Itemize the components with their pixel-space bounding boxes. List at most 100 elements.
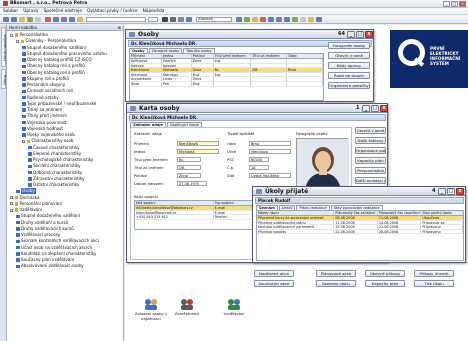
action-button[interactable]: Kapacity plán — [355, 157, 386, 164]
zoom-icon[interactable] — [236, 17, 242, 22]
tree-item[interactable]: Účast osob na vzdělávacích akcích — [16, 245, 92, 251]
tab-windows[interactable]: Okna — [1, 69, 7, 89]
collapse-icon[interactable]: − — [10, 33, 14, 37]
tree-item[interactable]: Vzdělávací procesy — [16, 232, 60, 238]
chart-icon[interactable] — [244, 17, 250, 22]
window-minimize-button[interactable]: _ — [347, 31, 355, 38]
action-button[interactable]: Otevřít v okně — [355, 127, 386, 134]
star-icon[interactable] — [77, 17, 83, 22]
maximize-button[interactable]: □ — [451, 1, 458, 7]
collapse-icon[interactable]: − — [22, 139, 26, 143]
menu-file[interactable]: Soubor — [3, 9, 18, 14]
action-button[interactable]: Další ovládací prvky — [355, 177, 386, 184]
input-stat[interactable]: Česká republika — [249, 173, 291, 178]
size-select[interactable] — [148, 17, 158, 22]
bottom-action-button[interactable]: Plánované akce — [316, 270, 356, 277]
bold-icon[interactable] — [162, 17, 168, 22]
column-header[interactable]: Plánovaný čas zahájení — [334, 211, 378, 215]
collapse-icon[interactable]: − — [16, 39, 20, 43]
sort-icon[interactable] — [69, 17, 75, 22]
column-header[interactable]: Příjmení — [130, 54, 162, 58]
input-prijmeni[interactable]: Klenčíková — [177, 141, 219, 146]
action-button[interactable]: Kódy opravy — [328, 62, 370, 69]
underline-icon[interactable] — [178, 17, 184, 22]
tree-item[interactable]: Zdravotní charakteristiky — [28, 176, 85, 182]
tree-item[interactable]: Ostatní charakteristiky — [28, 182, 80, 188]
column-header[interactable]: Titul za jménem — [251, 54, 288, 58]
action-button[interactable]: Další šablony — [355, 137, 386, 144]
forward-icon[interactable] — [11, 17, 17, 22]
tree-item[interactable]: − Číselníky - Personalistika — [16, 38, 76, 44]
column-header[interactable]: Název úkolu — [257, 211, 335, 215]
input-titul-za[interactable]: DR. — [177, 165, 201, 170]
bottom-action-button[interactable]: Kontroly úkolu — [316, 280, 356, 287]
column-header[interactable]: Titul před jménem — [214, 54, 252, 58]
tree-item[interactable]: Typy příbuzenské / nepříbuzenské — [22, 101, 96, 107]
menu-edit[interactable]: Úpravy — [23, 9, 38, 14]
tree-item[interactable]: Časové charakteristiky — [28, 145, 80, 151]
tree-item[interactable]: Činnosti sociálních rolí — [22, 88, 73, 94]
column-header[interactable]: Typ spojení — [214, 201, 253, 205]
input-datum[interactable]: 07.08.1975 — [177, 181, 207, 186]
tree-item[interactable]: Seznam kontrolních vzdělávacích akcí — [16, 238, 99, 244]
tree-item[interactable]: Personální skupiny — [22, 82, 65, 88]
action-button[interactable]: Otevřít v okně — [328, 52, 370, 59]
tree-item[interactable]: Kandidáti na zlepšení charakteristiky — [16, 251, 96, 257]
menu-help[interactable]: Nápověda — [143, 9, 165, 14]
tree-item[interactable]: Absolvované vzdělávací osoby — [16, 263, 84, 269]
bottom-action-button[interactable]: Tisk úkolu — [414, 280, 454, 287]
input-obec[interactable]: Brno — [249, 141, 291, 146]
folder-icon[interactable] — [19, 17, 25, 22]
window-close-button[interactable]: x — [365, 31, 373, 38]
bottom-action-button[interactable]: Příkazy (ihned) — [414, 270, 454, 277]
window-close-button[interactable]: x — [456, 188, 464, 195]
tree-item[interactable]: Slepené charakteristiky — [28, 151, 81, 157]
menu-controls[interactable]: Ovládací prvky / funkce — [87, 9, 138, 14]
tree-item[interactable]: − Vzdělávání — [10, 207, 42, 213]
help-icon[interactable] — [316, 17, 322, 22]
window-close-button[interactable]: x — [380, 105, 388, 112]
tree-item[interactable]: Druhy vzdělávacích kurzů — [16, 226, 74, 232]
delete-icon[interactable] — [45, 17, 51, 22]
tree-item[interactable]: Skupiny rolí a profilů — [22, 76, 69, 82]
export-icon[interactable] — [292, 17, 298, 22]
print-icon[interactable] — [35, 17, 41, 22]
expand-icon[interactable]: + — [10, 202, 14, 206]
expand-icon[interactable]: + — [10, 196, 14, 200]
tab-top-menu[interactable]: Horní nabídka — [1, 27, 7, 67]
tree-item[interactable]: Psychologické charakteristiky — [28, 157, 93, 163]
tree-item[interactable]: Obecný katalog profilů CZ-ISCO — [22, 57, 92, 63]
window-maximize-button[interactable]: □ — [371, 105, 379, 112]
window-minimize-button[interactable]: _ — [362, 105, 370, 112]
column-header[interactable]: Stav plnění úkolu — [421, 211, 463, 215]
tree-item[interactable]: Tituly za jménem — [22, 107, 62, 113]
italic-icon[interactable] — [170, 17, 176, 22]
settings-icon[interactable] — [284, 17, 290, 22]
bottom-action-button[interactable]: Kapacity plán — [365, 280, 405, 287]
tree-item[interactable]: Obecný katalog rolí a profilů — [22, 63, 85, 69]
bottom-action-button[interactable]: Nadřízené akce — [254, 270, 294, 277]
tree-item[interactable]: Sociální charakteristiky — [28, 163, 81, 169]
tree-item[interactable]: Vojenská povinnost — [22, 120, 67, 126]
tree-item[interactable]: Obecný katalog rolí a profilů — [22, 70, 85, 76]
input-jmeno[interactable]: Michaela — [177, 149, 219, 154]
table-row[interactable]: Kitka Petr Muž — [130, 81, 323, 87]
mail-icon[interactable] — [252, 17, 258, 22]
tree-item[interactable]: − Personalistika — [10, 32, 48, 38]
tree-item[interactable]: Druhy vzdělání a kurzů — [16, 220, 68, 226]
tree-item[interactable]: + Personální plánování — [10, 201, 62, 207]
tree-item[interactable]: Stupně dosaženého pracovního vztahu — [22, 51, 107, 57]
tree-item[interactable]: Osoby — [16, 188, 36, 195]
copy-icon[interactable] — [300, 17, 306, 22]
warning-icon[interactable] — [260, 17, 266, 22]
action-button[interactable]: Personalistika — [355, 167, 386, 174]
input-cislo[interactable]: 18 — [249, 165, 269, 170]
close-button[interactable]: x — [459, 1, 466, 7]
collapse-icon[interactable]: − — [10, 208, 14, 212]
education-icon[interactable] — [227, 298, 241, 310]
calendar-icon[interactable] — [268, 17, 274, 22]
tree-item[interactable]: Stupně dosaženého vzdělání — [16, 213, 80, 219]
column-header[interactable]: Kód spojení — [135, 201, 214, 205]
view-select[interactable]: Zobrazit — [196, 17, 232, 22]
align-icon[interactable] — [186, 17, 192, 22]
